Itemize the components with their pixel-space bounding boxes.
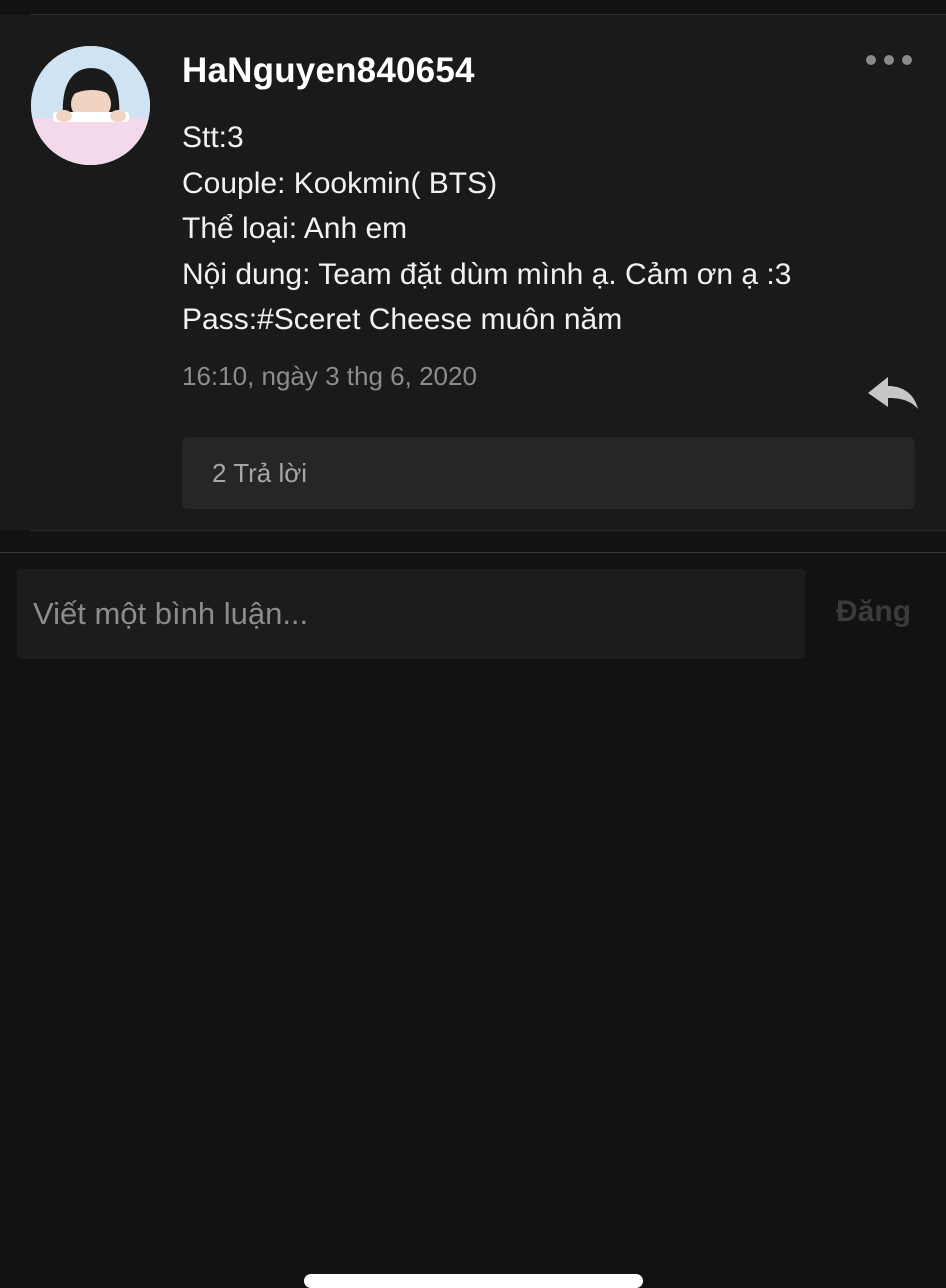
comment-card: HaNguyen840654 Stt:3 Couple: Kookmin( BT… bbox=[0, 15, 946, 530]
comment-input[interactable] bbox=[17, 569, 805, 659]
avatar[interactable] bbox=[31, 46, 150, 165]
reply-arrow-icon[interactable] bbox=[866, 373, 920, 413]
home-indicator bbox=[304, 1274, 643, 1288]
post-button[interactable]: Đăng bbox=[836, 595, 911, 629]
comment-composer: Đăng bbox=[0, 553, 946, 1288]
avatar-photo bbox=[31, 46, 150, 165]
more-horizontal-icon[interactable] bbox=[866, 55, 916, 67]
comment-author[interactable]: HaNguyen840654 bbox=[182, 51, 475, 91]
comment-line: Couple: Kookmin( BTS) bbox=[182, 166, 498, 200]
view-replies-button[interactable]: 2 Trả lời bbox=[182, 437, 915, 509]
comment-divider bbox=[30, 530, 946, 531]
comment-body: Stt:3 Couple: Kookmin( BTS) Thể loại: An… bbox=[182, 115, 882, 343]
replies-count-label: 2 Trả lời bbox=[212, 458, 308, 488]
comment-line: Thể loại: Anh em bbox=[182, 212, 408, 245]
comment-line: Pass:#Sceret Cheese muôn năm bbox=[182, 303, 623, 336]
comment-line: Stt:3 bbox=[182, 121, 244, 154]
comment-line: Nội dung: Team đặt dùm mình ạ. Cảm ơn ạ … bbox=[182, 257, 792, 291]
comment-timestamp: 16:10, ngày 3 thg 6, 2020 bbox=[182, 361, 477, 391]
